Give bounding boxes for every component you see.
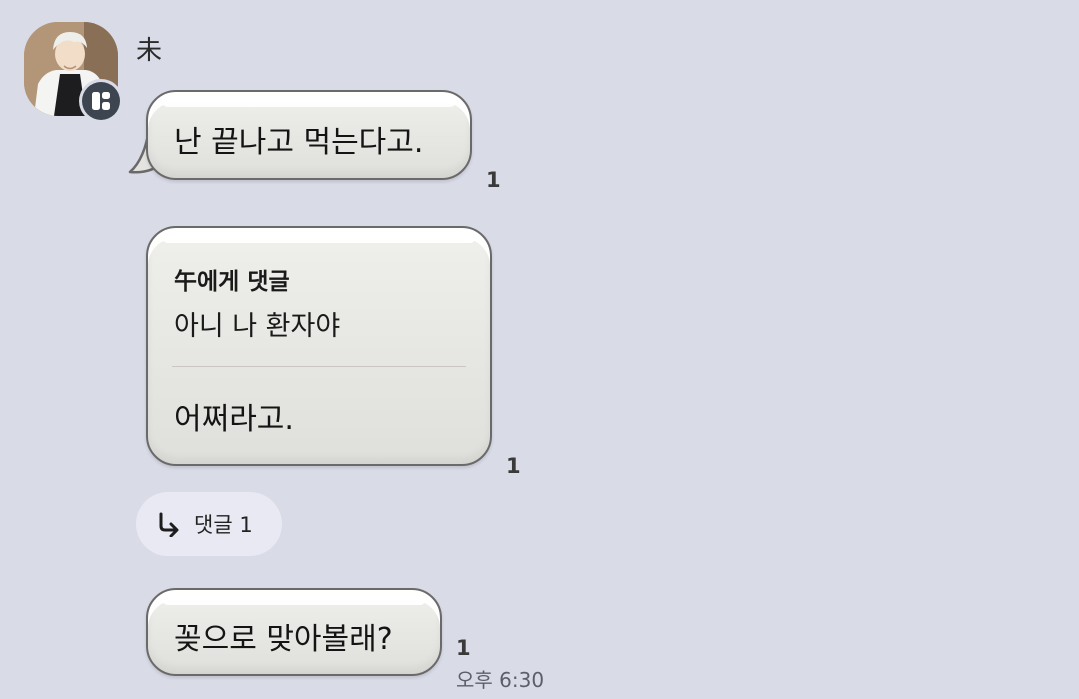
sender-name: 未 xyxy=(136,36,164,66)
message-bubble[interactable]: 난 끝나고 먹는다고. xyxy=(146,90,472,180)
message-text: 난 끝나고 먹는다고. xyxy=(174,125,424,160)
message-text: 어쩌라고. xyxy=(174,402,294,437)
reply-target: 午에게 댓글 xyxy=(174,269,290,295)
reply-divider xyxy=(172,366,466,367)
message-time: 오후 6:30 xyxy=(456,668,545,692)
reply-message-bubble[interactable]: 午에게 댓글 아니 나 환자야 어쩌라고. xyxy=(146,226,492,466)
unread-count: 1 xyxy=(456,636,471,660)
message-text: 꽂으로 맞아볼래? xyxy=(174,622,393,657)
unread-count: 1 xyxy=(486,168,501,192)
thread-reply-label: 댓글 1 xyxy=(194,513,253,537)
unread-count: 1 xyxy=(506,454,521,478)
badge-icon xyxy=(82,82,120,120)
reply-quote: 아니 나 환자야 xyxy=(174,311,341,342)
message-bubble[interactable]: 꽂으로 맞아볼래? xyxy=(146,588,442,676)
thread-reply-button[interactable]: 댓글 1 xyxy=(136,492,282,556)
reply-arrow-icon xyxy=(159,512,179,537)
